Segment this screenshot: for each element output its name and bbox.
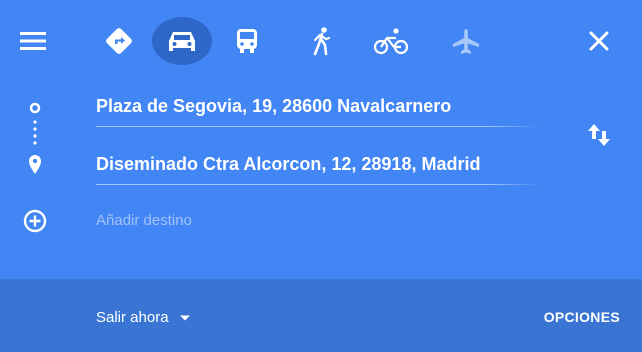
train-icon[interactable] <box>225 19 269 63</box>
bike-icon[interactable] <box>369 19 413 63</box>
car-icon[interactable] <box>152 17 212 65</box>
origin-value: Plaza de Segovia, 19, 28600 Navalcarnero <box>96 96 452 116</box>
route-markers <box>20 96 50 246</box>
caret-down-icon <box>179 315 190 320</box>
depart-time-dropdown[interactable]: Salir ahora <box>96 309 191 326</box>
plane-icon[interactable] <box>444 19 488 63</box>
options-button[interactable]: OPCIONES <box>544 309 620 325</box>
origin-input[interactable]: Plaza de Segovia, 19, 28600 Navalcarnero <box>96 88 540 127</box>
directions-panel: Plaza de Segovia, 19, 28600 Navalcarnero… <box>0 0 642 352</box>
directions-icon[interactable] <box>97 19 141 63</box>
route-dots <box>33 120 37 145</box>
bottom-bar: Salir ahora OPCIONES <box>0 279 642 352</box>
travel-mode-bar <box>0 0 642 82</box>
menu-icon[interactable] <box>20 28 46 54</box>
destination-pin-icon <box>29 155 41 174</box>
close-icon[interactable] <box>582 24 616 58</box>
origin-circle-icon <box>29 102 41 114</box>
depart-label: Salir ahora <box>96 309 169 326</box>
walk-icon[interactable] <box>300 19 344 63</box>
add-circle-icon[interactable] <box>23 209 47 233</box>
destination-value: Diseminado Ctra Alcorcon, 12, 28918, Mad… <box>96 154 481 174</box>
add-destination-link[interactable]: Añadir destino <box>96 212 192 229</box>
destination-input[interactable]: Diseminado Ctra Alcorcon, 12, 28918, Mad… <box>96 146 540 185</box>
swap-icon[interactable] <box>584 118 614 152</box>
